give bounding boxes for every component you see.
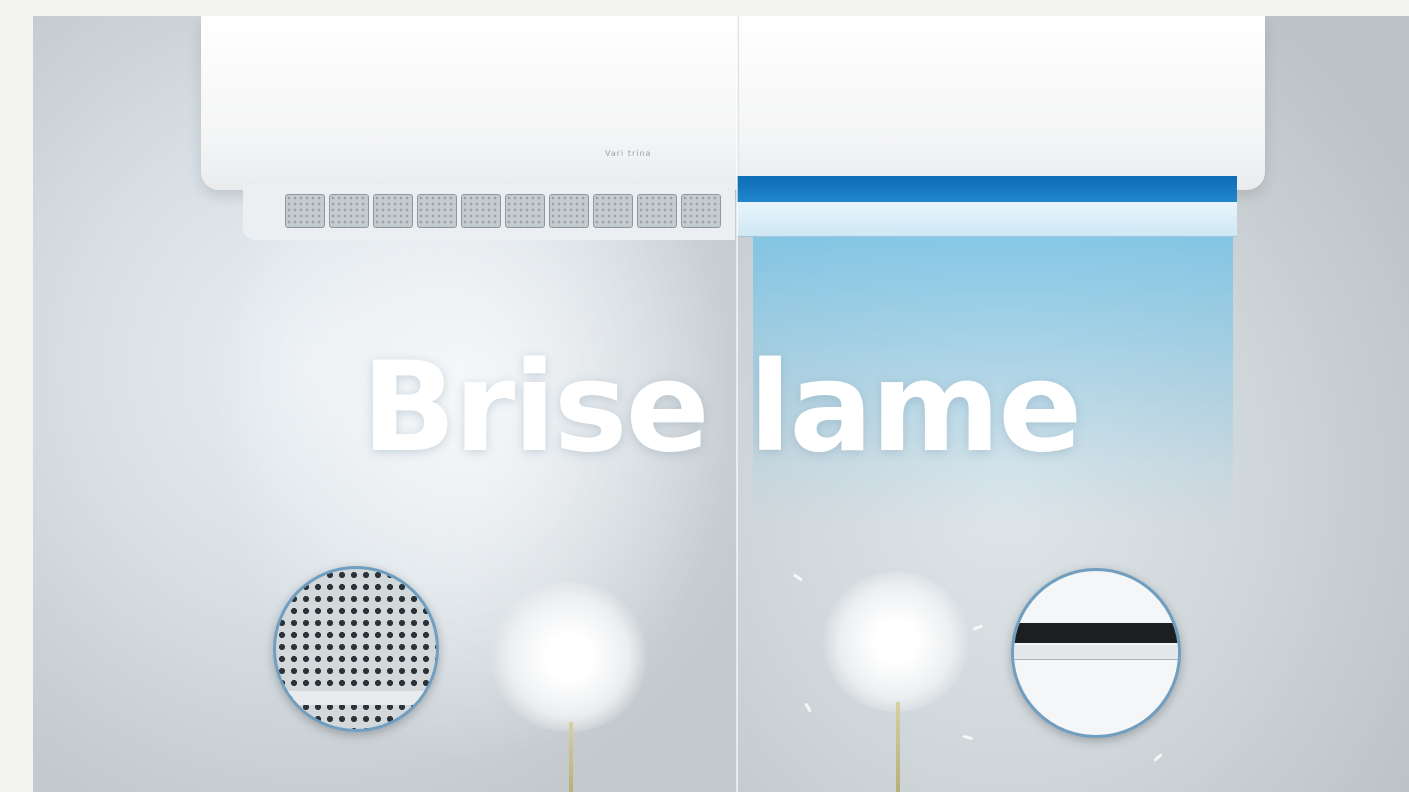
filter-cell <box>329 194 369 228</box>
zoom-blade-lens <box>1011 568 1181 738</box>
vent-filter-panel <box>243 184 735 240</box>
banner-title: Brise lame <box>361 336 1083 480</box>
banner-image: Vari trina Brise lame <box>0 0 1409 792</box>
filter-cell <box>593 194 633 228</box>
filter-cell <box>461 194 501 228</box>
lens-blade-gap <box>1014 623 1178 643</box>
zoom-filter-lens <box>273 566 439 732</box>
air-conditioner-unit: Vari trina <box>201 16 1265 190</box>
filter-cell <box>681 194 721 228</box>
dandelion-stem-left <box>569 722 573 792</box>
dandelion-right <box>821 572 971 712</box>
vent-blade-grille <box>737 202 1237 237</box>
filter-cell <box>285 194 325 228</box>
filter-cell <box>417 194 457 228</box>
lens-filter-bar <box>276 691 436 705</box>
photo-frame: Vari trina Brise lame <box>33 16 1409 792</box>
dandelion-left <box>489 582 649 732</box>
filter-cell <box>637 194 677 228</box>
filter-cell <box>373 194 413 228</box>
filter-cell <box>505 194 545 228</box>
lens-blade-lip <box>1014 645 1178 660</box>
ac-brand-mark: Vari trina <box>605 149 652 158</box>
filter-cell <box>549 194 589 228</box>
mist-cloud <box>193 236 753 792</box>
dandelion-stem-right <box>896 702 900 792</box>
